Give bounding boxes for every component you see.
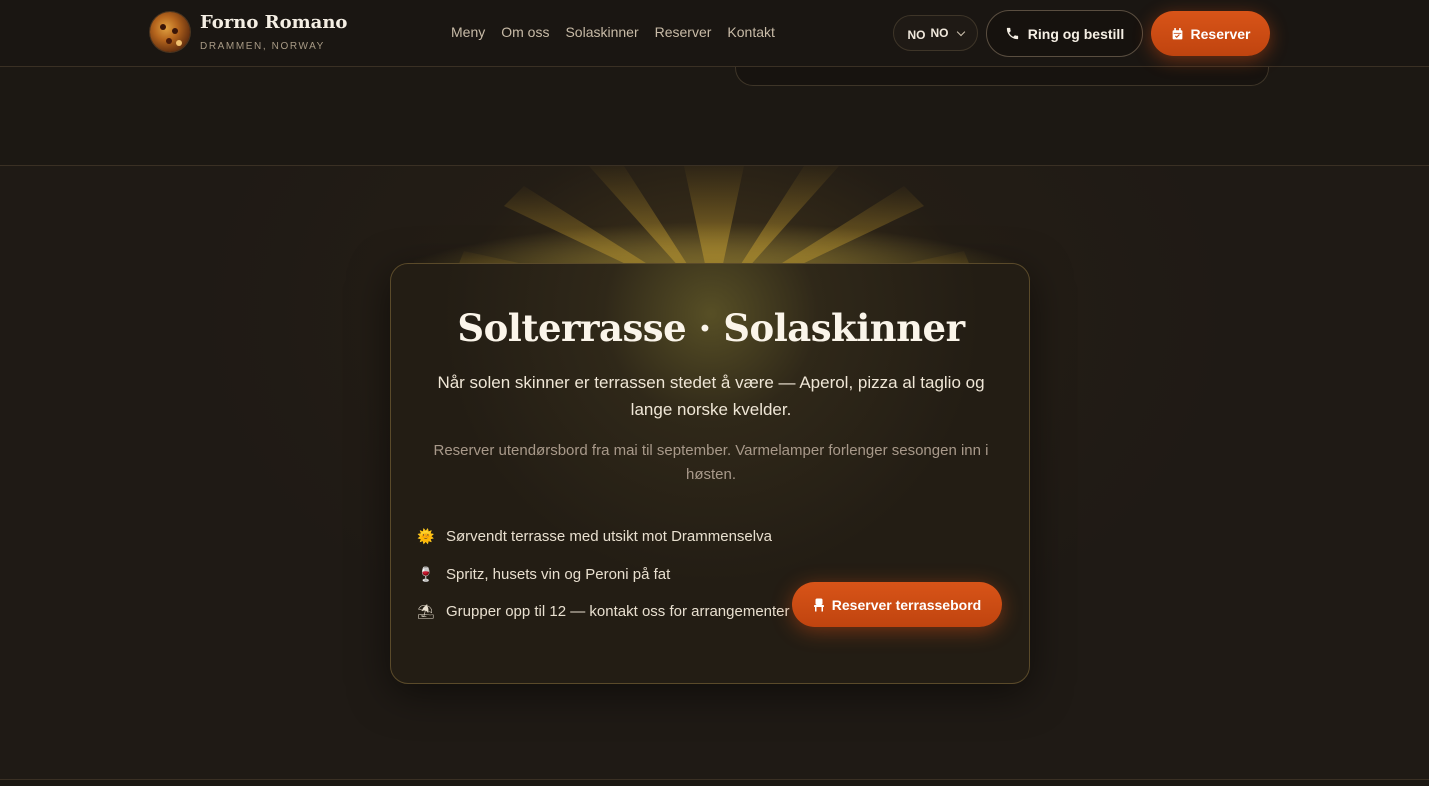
brand-text: Forno Romano DRAMMEN, NORWAY [200, 11, 348, 52]
nav-item-kontakt[interactable]: Kontakt [727, 24, 774, 40]
main-nav: Meny Om oss Solaskinner Reserver Kontakt [451, 24, 775, 40]
list-item: 🍷 Spritz, husets vin og Peroni på fat [417, 556, 790, 594]
section-divider-bottom [0, 779, 1429, 780]
brand-name: Forno Romano [200, 11, 348, 33]
flag-icon: NO [907, 27, 926, 42]
brand-location: DRAMMEN, NORWAY [200, 40, 325, 52]
terrace-note: Reserver utendørsbord fra mai til septem… [433, 442, 989, 483]
sun-icon: 🌞 [417, 528, 435, 545]
calendar-icon [1172, 27, 1182, 39]
wine-glass-icon: 🍷 [417, 565, 435, 582]
call-order-button[interactable]: Ring og bestill [986, 10, 1143, 57]
chevron-down-icon [956, 27, 965, 36]
nav-item-solaskinner[interactable]: Solaskinner [565, 24, 638, 40]
reserve-button[interactable]: Reserver [1151, 11, 1270, 56]
terrace-features: 🌞 Sørvendt terrasse med utsikt mot Dramm… [417, 518, 790, 631]
reserve-terrace-label: Reserver terrassebord [831, 596, 982, 613]
beach-umbrella-icon: ⛱ [417, 603, 435, 620]
call-order-label: Ring og bestill [1027, 25, 1125, 42]
phone-icon [1006, 27, 1018, 40]
feature-text: Grupper opp til 12 — kontakt oss for arr… [446, 603, 790, 621]
feature-text: Spritz, husets vin og Peroni på fat [446, 565, 671, 583]
terrace-title: Solterrasse · Solaskinner [457, 306, 965, 350]
terrace-lead: Når solen skinner er terrassen stedet å … [437, 373, 985, 419]
pizza-logo-icon [150, 12, 190, 52]
site-header: Forno Romano DRAMMEN, NORWAY Meny Om oss… [0, 0, 1429, 67]
language-label: NO [930, 26, 949, 40]
nav-item-om-oss[interactable]: Om oss [501, 24, 549, 40]
chair-icon [813, 598, 824, 611]
nav-item-meny[interactable]: Meny [451, 24, 485, 40]
reserve-label: Reserver [1190, 25, 1251, 42]
reserve-terrace-button[interactable]: Reserver terrassebord [792, 582, 1002, 627]
terrace-card: Solterrasse · Solaskinner Når solen skin… [390, 263, 1030, 684]
list-item: 🌞 Sørvendt terrasse med utsikt mot Dramm… [417, 518, 790, 556]
nav-item-reserver[interactable]: Reserver [655, 24, 712, 40]
list-item: ⛱ Grupper opp til 12 — kontakt oss for a… [417, 593, 790, 631]
language-selector[interactable]: NO NO [893, 15, 978, 51]
feature-text: Sørvendt terrasse med utsikt mot Drammen… [446, 528, 772, 546]
brand[interactable]: Forno Romano DRAMMEN, NORWAY [150, 12, 347, 52]
